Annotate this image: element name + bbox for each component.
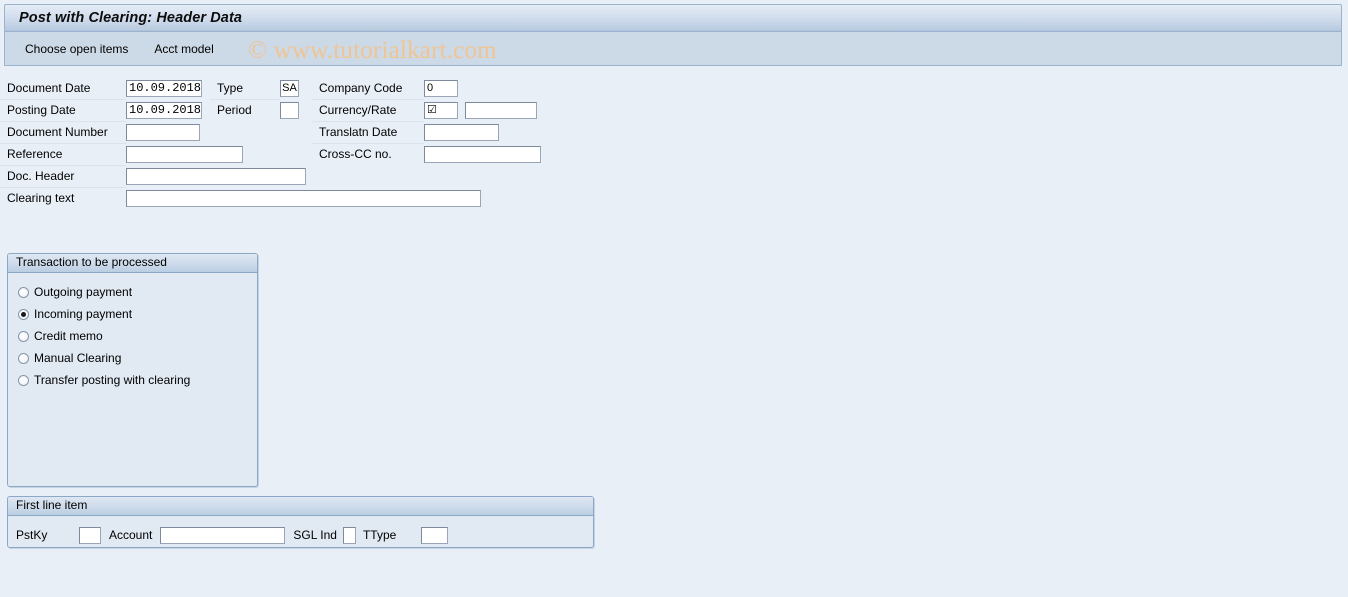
header-data-form: Document Date 10.09.2018 Type SA Company… [0, 77, 620, 209]
radio-label: Outgoing payment [34, 285, 133, 299]
posting-date-label: Posting Date [0, 99, 126, 121]
radio-option-outgoing-payment[interactable]: Outgoing payment [18, 281, 257, 303]
first-line-item-group: First line item PstKy Account SGL Ind TT… [7, 496, 594, 548]
radio-option-credit-memo[interactable]: Credit memo [18, 325, 257, 347]
ttype-label: TType [362, 528, 397, 542]
clearing-text-input[interactable] [126, 189, 481, 207]
radio-icon[interactable] [18, 286, 29, 298]
pstky-input[interactable] [79, 526, 101, 544]
document-number-input[interactable] [126, 123, 200, 141]
sgl-ind-input[interactable] [342, 526, 356, 544]
transaction-group-title: Transaction to be processed [8, 254, 257, 273]
form-row-clearing-text: Clearing text [0, 187, 620, 209]
currency-checkbox-icon[interactable]: ☑ [424, 101, 458, 119]
form-row-posting-date: Posting Date 10.09.2018 Period Currency/… [0, 99, 620, 121]
transaction-options-list: Outgoing payment Incoming payment Credit… [8, 273, 257, 391]
radio-icon[interactable] [18, 352, 29, 364]
cross-cc-no-label: Cross-CC no. [312, 143, 424, 165]
clearing-text-label: Clearing text [0, 187, 126, 209]
rate-input[interactable] [465, 101, 537, 119]
reference-label: Reference [0, 143, 126, 165]
radio-icon[interactable] [18, 330, 29, 342]
radio-label: Incoming payment [34, 307, 133, 321]
translatn-date-label: Translatn Date [312, 121, 424, 143]
radio-option-transfer-posting-with-clearing[interactable]: Transfer posting with clearing [18, 369, 257, 391]
ttype-input[interactable] [421, 526, 449, 544]
pstky-label: PstKy [16, 528, 48, 542]
document-number-label: Document Number [0, 121, 126, 143]
account-input[interactable] [160, 526, 286, 544]
radio-option-manual-clearing[interactable]: Manual Clearing [18, 347, 257, 369]
radio-icon-selected[interactable] [18, 308, 29, 320]
translatn-date-input[interactable] [424, 123, 499, 141]
currency-rate-label: Currency/Rate [312, 99, 424, 121]
form-row-document-number: Document Number Translatn Date [0, 121, 620, 143]
reference-input[interactable] [126, 145, 243, 163]
choose-open-items-button[interactable]: Choose open items [19, 39, 134, 59]
acct-model-button[interactable]: Acct model [148, 39, 219, 59]
form-row-reference: Reference Cross-CC no. [0, 143, 620, 165]
radio-label: Transfer posting with clearing [34, 373, 191, 387]
company-code-label: Company Code [319, 81, 403, 95]
first-line-item-title: First line item [8, 497, 593, 516]
sgl-ind-label: SGL Ind [293, 528, 337, 542]
window-title-bar: Post with Clearing: Header Data [4, 4, 1342, 32]
posting-date-input[interactable]: 10.09.2018 [126, 101, 202, 119]
document-date-input[interactable]: 10.09.2018 [126, 79, 202, 97]
radio-label: Manual Clearing [34, 351, 122, 365]
company-code-input[interactable]: 0 [424, 79, 458, 97]
page-title: Post with Clearing: Header Data [19, 10, 243, 26]
radio-label: Credit memo [34, 329, 103, 343]
application-toolbar: Choose open items Acct model [4, 32, 1342, 66]
document-date-label: Document Date [7, 81, 91, 95]
type-input[interactable]: SA [280, 79, 299, 97]
first-line-item-fields-row: PstKy Account SGL Ind TType [8, 516, 593, 548]
period-input[interactable] [280, 101, 299, 119]
account-label: Account [109, 528, 153, 542]
type-label: Type [217, 81, 244, 95]
form-row-doc-header: Doc. Header [0, 165, 620, 187]
transaction-to-be-processed-group: Transaction to be processed Outgoing pay… [7, 253, 258, 487]
period-label: Period [210, 99, 280, 121]
form-row-document-date: Document Date 10.09.2018 Type SA Company… [0, 77, 620, 99]
cross-cc-no-input[interactable] [424, 145, 541, 163]
radio-option-incoming-payment[interactable]: Incoming payment [18, 303, 257, 325]
doc-header-label: Doc. Header [0, 165, 126, 187]
doc-header-input[interactable] [126, 167, 306, 185]
radio-icon[interactable] [18, 374, 29, 386]
